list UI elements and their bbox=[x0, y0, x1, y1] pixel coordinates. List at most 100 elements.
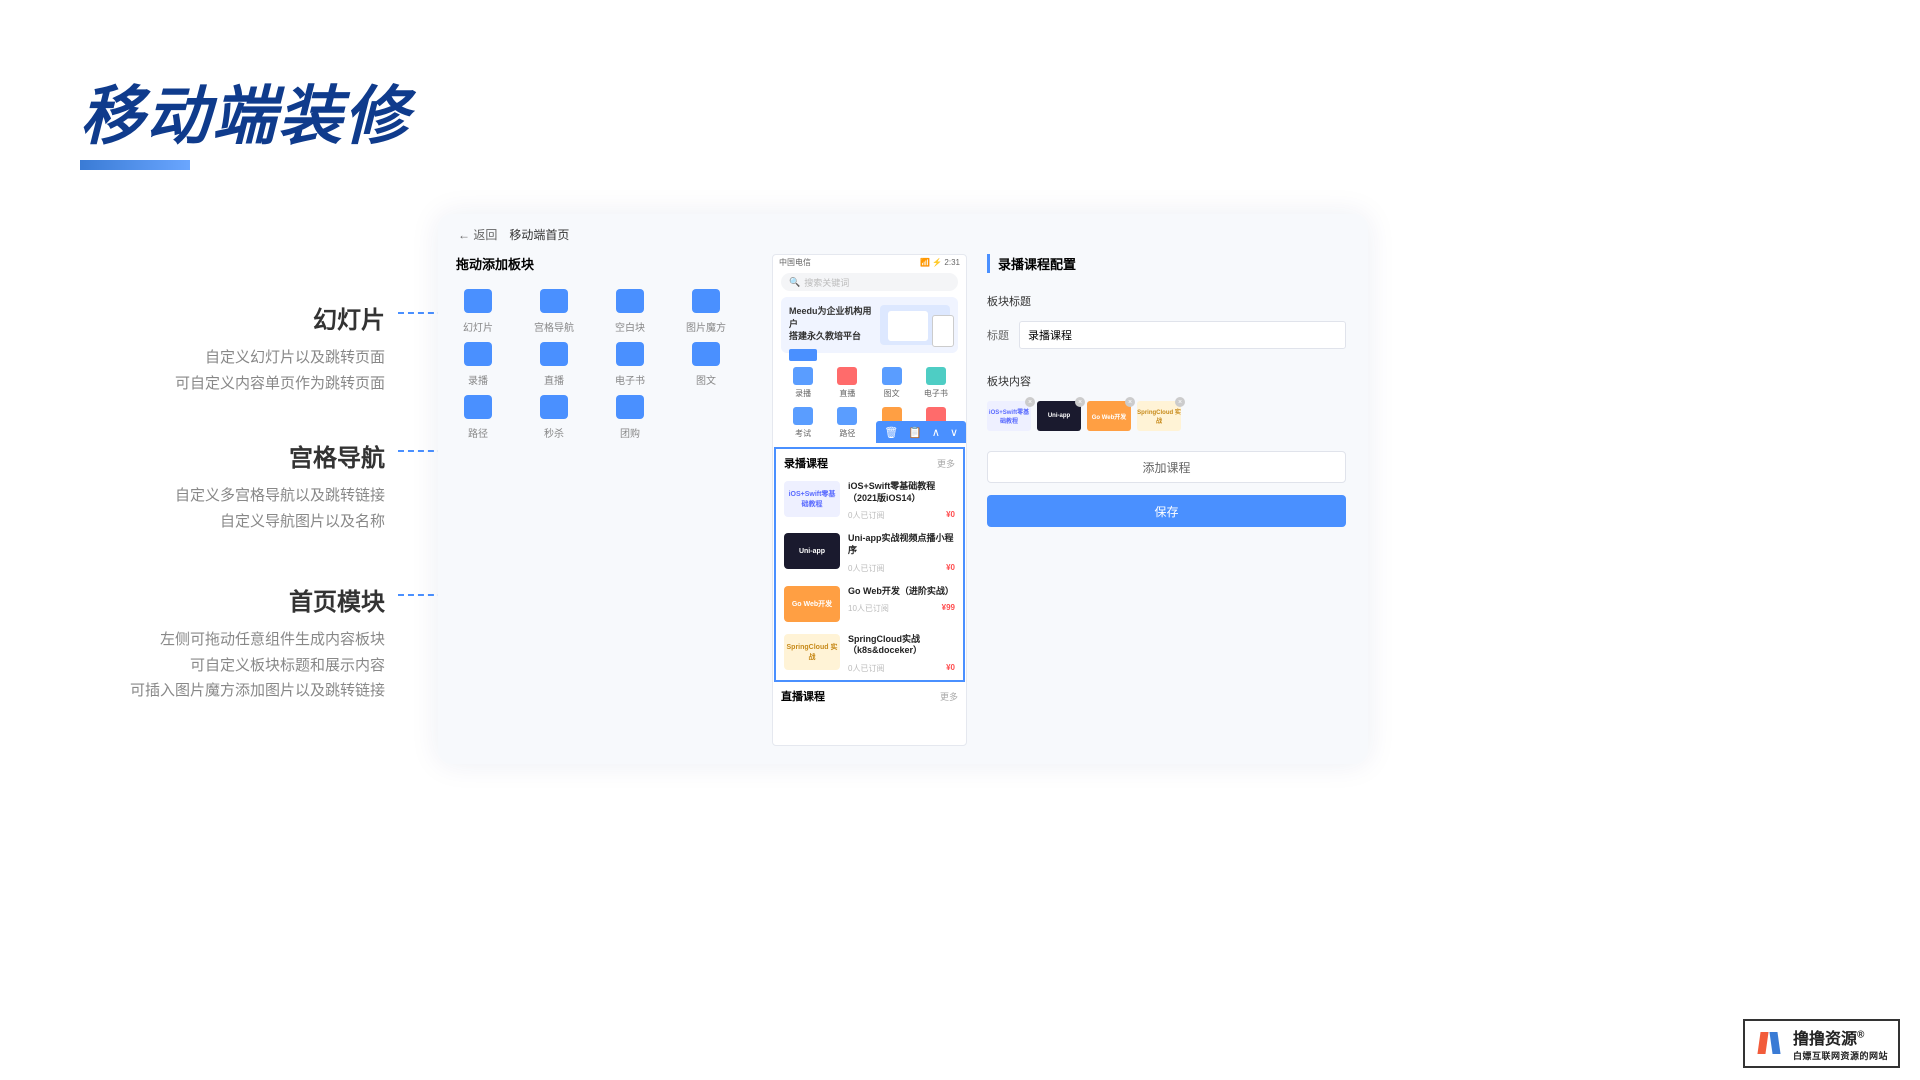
section-more-link[interactable]: 更多 bbox=[940, 690, 958, 703]
palette-icon bbox=[616, 289, 644, 313]
watermark-logo-icon bbox=[1755, 1030, 1783, 1058]
content-thumb[interactable]: Go Web开发× bbox=[1087, 401, 1131, 431]
phone-status-bar: 中国电信 📶 ⚡ 2:31 bbox=[773, 255, 966, 269]
nav-item[interactable]: 电子书 bbox=[914, 367, 958, 399]
palette-item[interactable]: 秒杀 bbox=[532, 395, 576, 440]
nav-item[interactable]: 录播 bbox=[781, 367, 825, 399]
section-title: 录播课程 bbox=[784, 455, 828, 471]
nav-icon bbox=[837, 407, 857, 425]
palette-title: 拖动添加板块 bbox=[456, 254, 756, 273]
palette-icon bbox=[540, 342, 568, 366]
palette-icon bbox=[464, 289, 492, 313]
palette-icon bbox=[692, 342, 720, 366]
section-title: 直播课程 bbox=[781, 688, 825, 704]
title-underline bbox=[80, 160, 190, 170]
feature-title: 幻灯片 bbox=[80, 300, 385, 335]
search-input[interactable]: 🔍 搜索关键词 bbox=[781, 273, 958, 291]
feature-title: 首页模块 bbox=[80, 582, 385, 617]
banner[interactable]: Meedu为企业机构用户搭建永久教培平台 bbox=[781, 297, 958, 353]
app-window: ← 返回 移动端首页 拖动添加板块 幻灯片宫格导航空白块图片魔方录播直播电子书图… bbox=[438, 214, 1368, 764]
nav-icon bbox=[837, 367, 857, 385]
status-carrier: 中国电信 bbox=[779, 257, 811, 268]
palette-icon bbox=[540, 395, 568, 419]
selected-section[interactable]: 录播课程 更多 iOS+Swift零基础教程iOS+Swift零基础教程（202… bbox=[774, 447, 965, 682]
course-thumbnail: iOS+Swift零基础教程 bbox=[784, 481, 840, 517]
watermark-title: 撸撸资源® bbox=[1793, 1025, 1888, 1049]
palette-label: 空白块 bbox=[615, 319, 645, 334]
course-price: ¥0 bbox=[946, 663, 955, 674]
content-thumb-list: iOS+Swift零基础教程×Uni-app×Go Web开发×SpringCl… bbox=[987, 401, 1346, 431]
course-thumbnail: SpringCloud 实战 bbox=[784, 634, 840, 670]
trash-icon[interactable]: 🗑 bbox=[884, 426, 898, 439]
palette-icon bbox=[464, 395, 492, 419]
close-icon[interactable]: × bbox=[1175, 397, 1185, 407]
feature-desc: 自定义幻灯片以及跳转页面可自定义内容单页作为跳转页面 bbox=[80, 345, 385, 396]
palette-item[interactable]: 宫格导航 bbox=[532, 289, 576, 334]
add-course-button[interactable]: 添加课程 bbox=[987, 451, 1346, 483]
nav-label: 直播 bbox=[839, 388, 855, 399]
palette-item[interactable]: 路径 bbox=[456, 395, 500, 440]
feature-grid-nav: 宫格导航 自定义多宫格导航以及跳转链接自定义导航图片以及名称 bbox=[80, 438, 385, 534]
watermark-sub: 白嫖互联网资源的网站 bbox=[1793, 1049, 1888, 1062]
feature-desc: 左侧可拖动任意组件生成内容板块可自定义板块标题和展示内容可插入图片魔方添加图片以… bbox=[80, 627, 385, 704]
status-time: 📶 ⚡ 2:31 bbox=[920, 258, 960, 267]
nav-item[interactable]: 直播 bbox=[825, 367, 869, 399]
palette-icon bbox=[616, 395, 644, 419]
palette-label: 录播 bbox=[468, 372, 488, 387]
close-icon[interactable]: × bbox=[1075, 397, 1085, 407]
palette-item[interactable]: 电子书 bbox=[608, 342, 652, 387]
thumb-image: SpringCloud 实战 bbox=[1137, 401, 1181, 431]
search-icon: 🔍 bbox=[789, 277, 800, 288]
content-thumb[interactable]: Uni-app× bbox=[1037, 401, 1081, 431]
palette-label: 宫格导航 bbox=[534, 319, 574, 334]
edit-toolbar: 🗑 📋 ∧ ∨ bbox=[876, 421, 966, 443]
content-thumb[interactable]: SpringCloud 实战× bbox=[1137, 401, 1181, 431]
save-button[interactable]: 保存 bbox=[987, 495, 1346, 527]
banner-text: Meedu为企业机构用户搭建永久教培平台 bbox=[789, 305, 880, 343]
course-subscribers: 0人已订阅 bbox=[848, 510, 884, 521]
palette-item[interactable]: 幻灯片 bbox=[456, 289, 500, 334]
palette-item[interactable]: 图文 bbox=[684, 342, 728, 387]
palette-label: 幻灯片 bbox=[463, 319, 493, 334]
config-header: 录播课程配置 bbox=[987, 254, 1346, 273]
config-label: 板块标题 bbox=[987, 293, 1346, 309]
section-more-link[interactable]: 更多 bbox=[937, 457, 955, 470]
course-title: Go Web开发（进阶实战） bbox=[848, 586, 955, 598]
field-label: 标题 bbox=[987, 327, 1009, 343]
banner-button[interactable] bbox=[789, 349, 817, 361]
move-down-icon[interactable]: ∨ bbox=[950, 426, 958, 439]
course-item[interactable]: Go Web开发Go Web开发（进阶实战）10人已订阅¥99 bbox=[776, 580, 963, 628]
config-label: 板块内容 bbox=[987, 373, 1346, 389]
nav-icon bbox=[793, 407, 813, 425]
palette-item[interactable]: 空白块 bbox=[608, 289, 652, 334]
move-up-icon[interactable]: ∧ bbox=[932, 426, 940, 439]
palette-item[interactable]: 直播 bbox=[532, 342, 576, 387]
course-thumbnail: Go Web开发 bbox=[784, 586, 840, 622]
nav-item[interactable]: 图文 bbox=[870, 367, 914, 399]
palette-item[interactable]: 图片魔方 bbox=[684, 289, 728, 334]
banner-image bbox=[880, 305, 950, 345]
course-item[interactable]: iOS+Swift零基础教程iOS+Swift零基础教程（2021版iOS14）… bbox=[776, 475, 963, 527]
copy-icon[interactable]: 📋 bbox=[908, 426, 922, 439]
close-icon[interactable]: × bbox=[1125, 397, 1135, 407]
thumb-image: iOS+Swift零基础教程 bbox=[987, 401, 1031, 431]
course-price: ¥99 bbox=[942, 603, 955, 614]
nav-icon bbox=[793, 367, 813, 385]
palette-label: 路径 bbox=[468, 425, 488, 440]
watermark: 撸撸资源® 白嫖互联网资源的网站 bbox=[1743, 1019, 1900, 1068]
course-item[interactable]: Uni-appUni-app实战视频点播小程序0人已订阅¥0 bbox=[776, 527, 963, 579]
palette-item[interactable]: 团购 bbox=[608, 395, 652, 440]
phone-preview: 中国电信 📶 ⚡ 2:31 🔍 搜索关键词 Meedu为企业机构用户搭建永久教培… bbox=[772, 254, 967, 746]
feature-slideshow: 幻灯片 自定义幻灯片以及跳转页面可自定义内容单页作为跳转页面 bbox=[80, 300, 385, 396]
nav-item[interactable]: 考试 bbox=[781, 407, 825, 439]
nav-item[interactable]: 路径 bbox=[825, 407, 869, 439]
section-title-input[interactable] bbox=[1019, 321, 1346, 349]
back-button[interactable]: ← 返回 bbox=[458, 226, 497, 243]
app-header: ← 返回 移动端首页 bbox=[438, 214, 1368, 254]
content-thumb[interactable]: iOS+Swift零基础教程× bbox=[987, 401, 1031, 431]
nav-label: 考试 bbox=[795, 428, 811, 439]
course-item[interactable]: SpringCloud 实战SpringCloud实战（k8s&doceker）… bbox=[776, 628, 963, 680]
close-icon[interactable]: × bbox=[1025, 397, 1035, 407]
palette-label: 秒杀 bbox=[544, 425, 564, 440]
palette-item[interactable]: 录播 bbox=[456, 342, 500, 387]
